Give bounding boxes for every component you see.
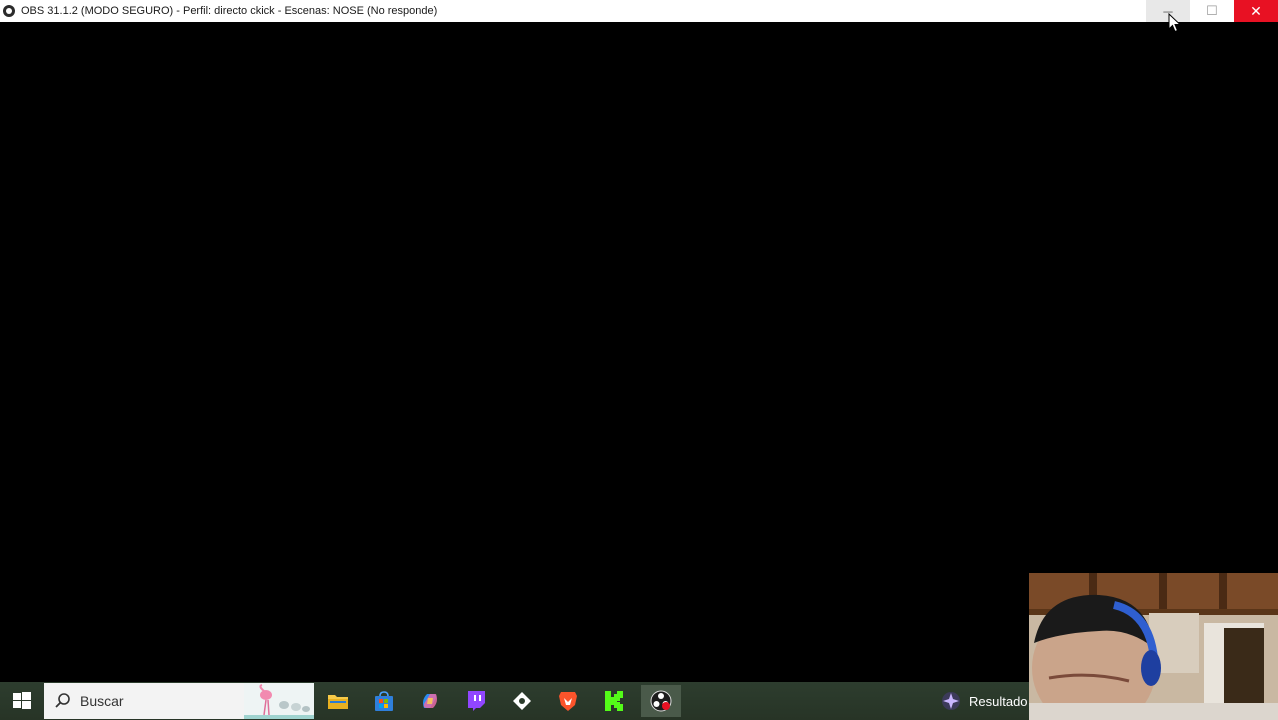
close-button[interactable]: ✕ xyxy=(1234,0,1278,22)
taskbar-file-explorer[interactable] xyxy=(320,685,356,717)
obs-app-icon xyxy=(3,5,15,17)
brave-lion-icon xyxy=(559,692,577,711)
window-controls: ─ ☐ ✕ xyxy=(1146,0,1278,22)
folder-icon xyxy=(328,695,348,709)
taskbar-kick[interactable] xyxy=(596,685,632,717)
search-highlight-flamingo-icon xyxy=(244,683,314,719)
taskbar-app-diamond[interactable] xyxy=(504,685,540,717)
maximize-button[interactable]: ☐ xyxy=(1190,0,1234,22)
taskbar-obs[interactable] xyxy=(641,685,681,717)
obs-icon xyxy=(650,690,672,712)
kick-icon xyxy=(605,691,623,711)
search-placeholder: Buscar xyxy=(80,693,124,709)
title-bar: OBS 31.1.2 (MODO SEGURO) - Perfil: direc… xyxy=(0,0,1278,22)
start-button[interactable] xyxy=(0,682,44,720)
taskbar-brave[interactable] xyxy=(550,685,586,717)
taskbar-microsoft-store[interactable] xyxy=(366,685,402,717)
taskbar-search-box[interactable]: Buscar xyxy=(44,683,314,719)
twitch-icon xyxy=(468,691,485,711)
windows-logo-icon xyxy=(13,692,31,709)
diamond-app-icon xyxy=(513,692,531,710)
search-icon xyxy=(55,693,70,708)
tray-app-icon[interactable] xyxy=(940,690,962,712)
taskbar-twitch[interactable] xyxy=(458,685,494,717)
webcam-overlay xyxy=(1029,573,1278,720)
store-bag-icon xyxy=(375,691,393,711)
window-title: OBS 31.1.2 (MODO SEGURO) - Perfil: direc… xyxy=(21,5,438,17)
copilot-icon xyxy=(423,694,437,708)
taskbar-copilot[interactable] xyxy=(412,685,448,717)
webcam-person-image xyxy=(1029,573,1278,720)
mouse-cursor-icon xyxy=(1168,13,1182,33)
tray-result-label[interactable]: Resultado xyxy=(969,694,1028,709)
